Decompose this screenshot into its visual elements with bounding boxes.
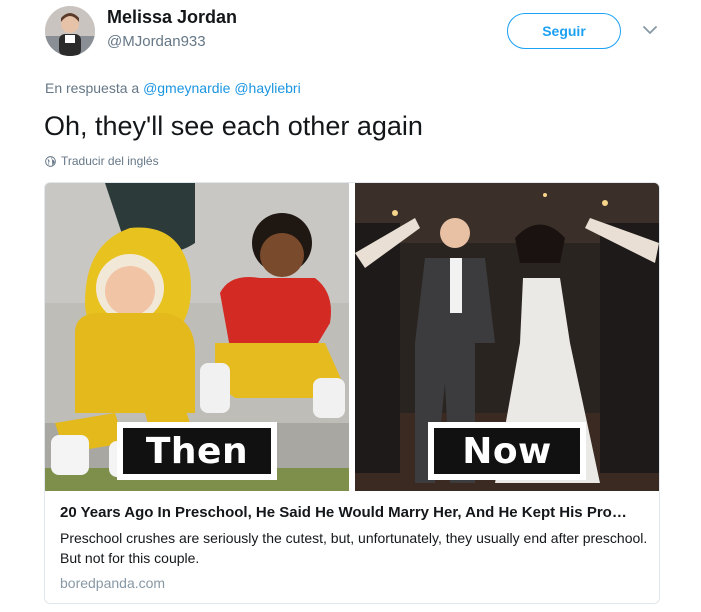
- user-name[interactable]: Melissa Jordan: [107, 7, 237, 28]
- reply-prefix: En respuesta a: [45, 80, 140, 96]
- reply-context: En respuesta a @gmeynardie @hayliebri: [45, 80, 301, 96]
- translate-label[interactable]: Traducir del inglés: [61, 154, 159, 168]
- mention-link[interactable]: @gmeynardie: [143, 80, 230, 96]
- card-domain: boredpanda.com: [60, 575, 166, 591]
- card-image[interactable]: Then Now: [45, 183, 659, 491]
- avatar-photo: [45, 6, 95, 56]
- then-photo: Then: [45, 183, 349, 491]
- now-photo: Now: [355, 183, 659, 491]
- card-body[interactable]: 20 Years Ago In Preschool, He Said He Wo…: [45, 491, 659, 603]
- then-label: Then: [117, 422, 277, 480]
- globe-icon: [45, 155, 56, 167]
- tweet-header: Melissa Jordan @MJordan933 Seguir: [0, 0, 701, 70]
- follow-button[interactable]: Seguir: [507, 13, 621, 49]
- link-card[interactable]: Then Now 20 Years Ago In Preschool, He S…: [44, 182, 660, 604]
- tweet-text: Oh, they'll see each other again: [44, 111, 423, 141]
- avatar[interactable]: [45, 6, 95, 56]
- chevron-down-icon[interactable]: [640, 22, 660, 38]
- now-label: Now: [428, 422, 586, 480]
- card-title[interactable]: 20 Years Ago In Preschool, He Said He Wo…: [60, 504, 650, 521]
- translate-link[interactable]: Traducir del inglés: [45, 154, 159, 168]
- user-handle[interactable]: @MJordan933: [107, 33, 206, 50]
- card-description: Preschool crushes are seriously the cute…: [60, 530, 648, 566]
- mention-link[interactable]: @hayliebri: [234, 80, 300, 96]
